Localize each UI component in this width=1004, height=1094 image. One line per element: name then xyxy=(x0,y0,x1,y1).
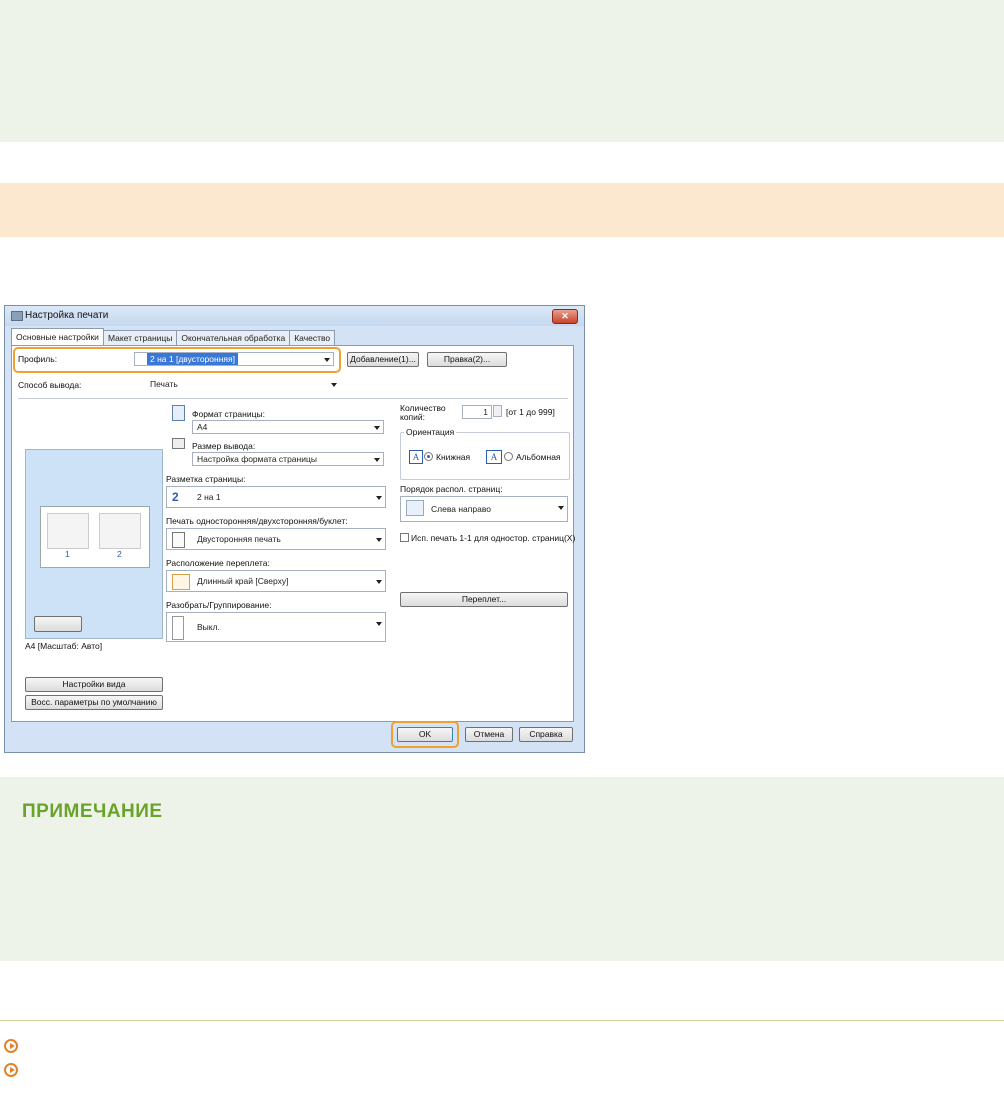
tab-quality[interactable]: Качество xyxy=(289,330,336,345)
layout-value: 2 на 1 xyxy=(197,492,221,502)
use-1-1-checkbox[interactable] xyxy=(400,533,409,542)
landscape-radio[interactable] xyxy=(504,452,513,461)
page-size-value: A4 xyxy=(197,422,208,432)
orientation-label: Ориентация xyxy=(404,427,457,437)
profile-highlight xyxy=(13,347,341,373)
chevron-down-icon xyxy=(558,506,564,510)
cancel-button[interactable]: Отмена xyxy=(465,727,513,742)
preview-sheet: 1 2 xyxy=(40,506,150,568)
page-size-dropdown[interactable]: A4 xyxy=(192,420,384,434)
preview-page-1 xyxy=(47,513,89,549)
use-1-1-label: Исп. печать 1-1 для одностор. страниц(X) xyxy=(411,533,576,543)
chevron-down-icon xyxy=(376,538,382,542)
view-settings-button[interactable]: Настройки вида xyxy=(25,677,163,692)
edit-profile-button[interactable]: Правка(2)... xyxy=(427,352,507,367)
note-box: ПРИМЕЧАНИЕ xyxy=(0,777,1004,961)
layout-2up-icon: 2 xyxy=(172,490,188,504)
preview-pane: 1 2 xyxy=(25,449,163,639)
collate-icon xyxy=(172,616,184,640)
printer-icon xyxy=(11,311,23,321)
output-size-label: Размер вывода: xyxy=(192,441,256,451)
print-settings-dialog: Настройка печати ✕ Основные настройки Ма… xyxy=(4,305,585,753)
tab-strip: Основные настройки Макет страницы Оконча… xyxy=(11,328,336,346)
preview-page-2 xyxy=(99,513,141,549)
chevron-down-icon xyxy=(331,383,337,387)
preview-toggle-button[interactable] xyxy=(34,616,82,632)
output-size-value: Настройка формата страницы xyxy=(197,454,317,464)
help-button[interactable]: Справка xyxy=(519,727,573,742)
layout-dropdown[interactable]: 2 2 на 1 xyxy=(166,486,386,508)
chevron-down-icon xyxy=(376,496,382,500)
collate-dropdown[interactable]: Выкл. xyxy=(166,612,386,642)
output-method-label: Способ вывода: xyxy=(18,380,82,390)
chevron-down-icon xyxy=(376,580,382,584)
copies-label: Количество копий: xyxy=(400,403,446,422)
add-profile-button[interactable]: Добавление(1)... xyxy=(347,352,419,367)
portrait-label: Книжная xyxy=(436,452,471,462)
chevron-down-icon xyxy=(376,622,382,626)
dialog-titlebar: Настройка печати ✕ xyxy=(5,306,584,326)
collate-value: Выкл. xyxy=(197,622,220,632)
tab-finishing[interactable]: Окончательная обработка xyxy=(176,330,291,345)
output-method-value: Печать xyxy=(150,379,178,389)
tab-basic[interactable]: Основные настройки xyxy=(11,328,104,345)
preview-page-number-2: 2 xyxy=(117,549,122,559)
page-order-icon xyxy=(406,500,424,516)
binding-button[interactable]: Переплет... xyxy=(400,592,568,607)
landscape-label: Альбомная xyxy=(516,452,561,462)
chevron-down-icon xyxy=(374,426,380,430)
duplex-value: Двусторонняя печать xyxy=(197,534,281,544)
copies-value: 1 xyxy=(483,407,488,417)
copies-input[interactable]: 1 xyxy=(462,405,492,419)
link-bullet-icon[interactable] xyxy=(4,1063,18,1077)
link-bullet-icon[interactable] xyxy=(4,1039,18,1053)
page-order-dropdown[interactable]: Слева направо xyxy=(400,496,568,522)
page-order-value: Слева направо xyxy=(431,504,491,514)
layout-label: Разметка страницы: xyxy=(166,474,246,484)
preview-page-number-1: 1 xyxy=(65,549,70,559)
binding-icon xyxy=(172,574,190,590)
landscape-icon: A xyxy=(486,450,502,464)
step-header-bar xyxy=(0,183,1004,237)
separator xyxy=(18,398,568,399)
binding-value: Длинный край [Сверху] xyxy=(197,576,289,586)
copies-spinner[interactable] xyxy=(493,405,502,417)
ok-highlight xyxy=(391,721,459,748)
info-box-top xyxy=(0,0,1004,142)
portrait-icon: A xyxy=(409,450,423,464)
binding-dropdown[interactable]: Длинный край [Сверху] xyxy=(166,570,386,592)
dialog-title: Настройка печати xyxy=(25,310,109,321)
output-size-dropdown[interactable]: Настройка формата страницы xyxy=(192,452,384,466)
note-title: ПРИМЕЧАНИЕ xyxy=(22,801,163,822)
chevron-down-icon xyxy=(374,458,380,462)
restore-defaults-button[interactable]: Восс. параметры по умолчанию xyxy=(25,695,163,710)
collate-label: Разобрать/Группирование: xyxy=(166,600,272,610)
duplex-label: Печать односторонняя/двухсторонняя/букле… xyxy=(166,516,348,526)
duplex-icon xyxy=(172,532,185,548)
duplex-dropdown[interactable]: Двусторонняя печать xyxy=(166,528,386,550)
page-size-icon xyxy=(172,405,185,421)
page-order-label: Порядок распол. страниц: xyxy=(400,484,503,494)
binding-label: Расположение переплета: xyxy=(166,558,270,568)
page-size-label: Формат страницы: xyxy=(192,409,265,419)
tab-panel: Профиль: 2 на 1 [двусторонняя] Добавлени… xyxy=(11,345,576,722)
preview-caption: A4 [Масштаб: Авто] xyxy=(25,641,103,651)
tab-page-setup[interactable]: Макет страницы xyxy=(102,330,178,345)
divider xyxy=(0,1020,1004,1021)
printer-icon xyxy=(172,438,185,449)
output-method-dropdown[interactable]: Печать xyxy=(134,378,340,392)
copies-range: [от 1 до 999] xyxy=(506,407,555,417)
close-button[interactable]: ✕ xyxy=(552,309,578,324)
portrait-radio[interactable] xyxy=(424,452,433,461)
